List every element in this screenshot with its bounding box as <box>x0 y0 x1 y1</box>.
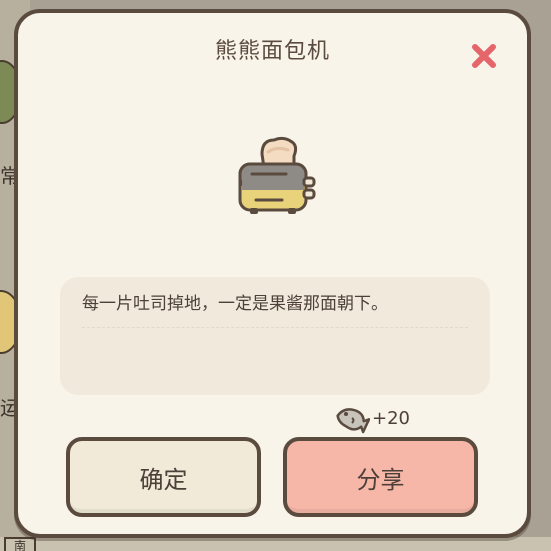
reward-amount: +20 <box>372 407 410 429</box>
description-box: 每一片吐司掉地，一定是果酱那面朝下。 <box>60 277 490 395</box>
share-reward: +20 <box>334 401 410 435</box>
share-button[interactable]: 分享 <box>283 437 478 517</box>
background-bottom-bar <box>0 537 551 551</box>
toaster-icon <box>232 134 322 220</box>
close-button[interactable] <box>469 41 499 71</box>
item-dialog: 熊熊面包机 每一片吐司掉地，一定是果酱那面朝下。 +20 确定 分享 <box>14 9 531 538</box>
share-button-label: 分享 <box>356 465 405 494</box>
description-divider <box>82 327 468 329</box>
game-screen: 常 运 南 熊熊面包机 每一片吐司掉地，一定是果酱那面朝下。 +20 确定 分享 <box>0 0 551 551</box>
fish-icon <box>336 408 370 434</box>
confirm-button-label: 确定 <box>139 465 188 494</box>
confirm-button[interactable]: 确定 <box>66 437 261 517</box>
description-text: 每一片吐司掉地，一定是果酱那面朝下。 <box>82 294 388 314</box>
background-bottom-tab[interactable]: 南 <box>4 537 36 551</box>
dialog-title: 熊熊面包机 <box>214 39 330 64</box>
close-icon <box>472 44 496 68</box>
